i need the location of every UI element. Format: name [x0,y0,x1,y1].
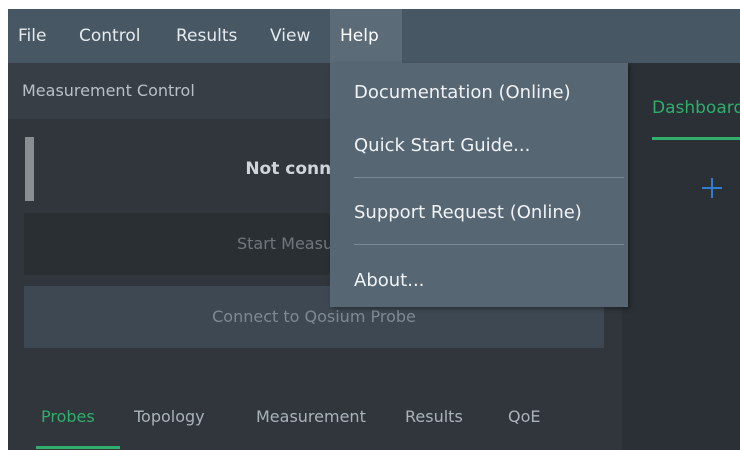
menu-item-about[interactable]: About... [330,253,628,309]
tab-probes[interactable]: Probes [41,393,95,441]
panel-title: Measurement Control [22,81,195,100]
help-dropdown-menu: Documentation (Online) Quick Start Guide… [330,63,628,307]
panel-tabs: Probes Topology Measurement Results QoE [8,393,622,450]
tab-measurement[interactable]: Measurement [256,393,366,441]
menu-view[interactable]: View [260,9,320,63]
menu-bar: File Control Results View Help [8,9,740,63]
menu-file[interactable]: File [8,9,56,63]
tab-qoe[interactable]: QoE [508,393,541,441]
menu-results[interactable]: Results [166,9,247,63]
tab-topology[interactable]: Topology [134,393,205,441]
menu-item-quick-start[interactable]: Quick Start Guide... [330,118,628,174]
menu-separator [354,177,624,178]
tab-results[interactable]: Results [405,393,463,441]
menu-item-support-request[interactable]: Support Request (Online) [330,185,628,241]
tab-dashboard[interactable]: Dashboard [652,98,740,118]
add-icon[interactable] [698,174,726,202]
menu-control[interactable]: Control [69,9,150,63]
menu-item-documentation[interactable]: Documentation (Online) [330,65,628,121]
menu-help[interactable]: Help [330,9,402,63]
dashboard-tab-underline [652,137,740,140]
menu-separator [354,244,624,245]
dashboard-panel: Dashboard [622,63,740,450]
status-indicator [25,137,34,201]
active-tab-underline [36,446,120,449]
